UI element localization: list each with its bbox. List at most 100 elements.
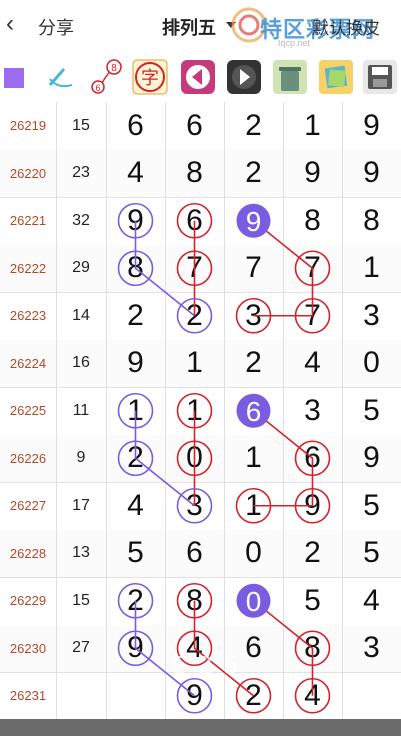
digit-cell[interactable]: 8	[342, 197, 401, 245]
digit-cell[interactable]: 8	[165, 577, 224, 625]
share-button[interactable]: 分享	[38, 14, 74, 40]
digit-cell[interactable]: 8	[165, 150, 224, 198]
digit-cell[interactable]: 0	[342, 340, 401, 388]
digit-cell[interactable]: 9	[106, 340, 165, 388]
digit-cell[interactable]: 9	[283, 150, 342, 198]
table-row: 26219 15 6 6 2 1 9	[0, 102, 401, 151]
table-row: 26221 32 9 6 9 8 8	[0, 197, 401, 246]
digit-cell[interactable]: 8	[283, 625, 342, 673]
digit-cell[interactable]: 5	[106, 530, 165, 578]
digit-cell[interactable]: 6	[106, 102, 165, 150]
issue-number: 26221	[9, 213, 47, 229]
digit-cell[interactable]: 8	[106, 245, 165, 293]
red-ball-counter-icon[interactable]: 8 6	[88, 59, 124, 95]
trash-can-icon[interactable]	[272, 59, 308, 95]
sum-value: 15	[72, 116, 90, 134]
digit-cell[interactable]: 2	[106, 577, 165, 625]
purple-square-icon[interactable]	[2, 59, 38, 95]
table-row: 26226 9 2 0 1 6 9	[0, 434, 401, 483]
skin-button[interactable]: 默认换皮	[312, 14, 380, 39]
digit-cell[interactable]: 9	[224, 197, 283, 245]
digit-cell[interactable]: 9	[106, 197, 165, 245]
digit-cell[interactable]: 5	[283, 577, 342, 625]
digit-cell[interactable]: 1	[283, 102, 342, 150]
digit-cell[interactable]: 6	[224, 387, 283, 435]
digit-cell[interactable]: 9	[342, 150, 401, 198]
column-divider	[165, 102, 166, 719]
digit-cell[interactable]: 6	[165, 530, 224, 578]
digit-cell[interactable]: 9	[342, 435, 401, 483]
top-bar: ‹ 分享 排列五 特区彩票网 tqcp.net 默认换皮	[0, 0, 401, 52]
arrow-left-icon[interactable]	[180, 59, 216, 95]
digit-cell[interactable]: 1	[342, 245, 401, 293]
digit-cell[interactable]: 0	[165, 435, 224, 483]
column-divider	[56, 102, 57, 719]
bottom-bar	[0, 719, 401, 736]
number-grid: 26219 15 6 6 2 1 9 26220 23 4 8 2 9 9 26221 32 9 6 9 8 8 2622…	[0, 102, 401, 721]
table-row: 26222 29 8 7 7 7 1	[0, 244, 401, 293]
digit-cell[interactable]: 4	[106, 150, 165, 198]
table-row: 26228 13 5 6 0 2 5	[0, 529, 401, 578]
digit-cell[interactable]: 6	[165, 197, 224, 245]
issue-number: 26227	[9, 498, 47, 514]
digit-cell[interactable]: 1	[224, 482, 283, 530]
floppy-disk-icon[interactable]	[362, 59, 398, 95]
digit-cell[interactable]: 2	[224, 340, 283, 388]
digit-cell[interactable]: 4	[342, 577, 401, 625]
digit-cell[interactable]: 4	[283, 340, 342, 388]
digit-cell[interactable]: 1	[165, 387, 224, 435]
digit-cell[interactable]: 7	[224, 245, 283, 293]
digit-cell[interactable]: 4	[283, 672, 342, 720]
digit-cell[interactable]	[342, 672, 401, 720]
table-row: 26220 23 4 8 2 9 9	[0, 149, 401, 198]
digit-cell[interactable]: 5	[342, 530, 401, 578]
sum-value: 23	[72, 164, 90, 182]
table-row: 26227 17 4 3 1 9 5	[0, 482, 401, 531]
digit-cell[interactable]: 3	[283, 387, 342, 435]
digit-cell[interactable]: 9	[106, 625, 165, 673]
digit-cell[interactable]: 9	[283, 482, 342, 530]
digit-cell[interactable]: 8	[283, 197, 342, 245]
digit-cell[interactable]: 2	[106, 292, 165, 340]
digit-cell[interactable]: 6	[283, 435, 342, 483]
issue-number: 26223	[9, 308, 47, 324]
digit-cell[interactable]: 5	[342, 387, 401, 435]
toolbar: 8 6 字	[0, 52, 401, 102]
column-divider	[283, 102, 284, 719]
digit-cell[interactable]: 1	[106, 387, 165, 435]
digit-cell[interactable]: 0	[224, 577, 283, 625]
digit-cell[interactable]: 2	[165, 292, 224, 340]
digit-cell[interactable]: 3	[165, 482, 224, 530]
digit-cell[interactable]	[106, 672, 165, 720]
table-row: 26223 14 2 2 3 7 3	[0, 292, 401, 341]
cards-icon[interactable]	[318, 59, 354, 95]
digit-cell[interactable]: 7	[165, 245, 224, 293]
digit-cell[interactable]: 0	[224, 530, 283, 578]
sum-value: 29	[72, 259, 90, 277]
page-title[interactable]: 排列五	[162, 14, 216, 40]
digit-cell[interactable]: 2	[224, 102, 283, 150]
digit-cell[interactable]: 3	[342, 292, 401, 340]
issue-number: 26230	[9, 640, 47, 656]
arrow-right-icon[interactable]	[226, 59, 262, 95]
digit-cell[interactable]: 2	[224, 150, 283, 198]
digit-cell[interactable]: 1	[224, 435, 283, 483]
digit-cell[interactable]: 3	[224, 292, 283, 340]
issue-number: 26231	[9, 688, 47, 704]
digit-cell[interactable]: 7	[283, 245, 342, 293]
issue-number: 26225	[9, 403, 47, 419]
chevron-left-icon[interactable]: ‹	[6, 10, 14, 38]
issue-number: 26228	[9, 545, 47, 561]
digit-cell[interactable]: 3	[342, 625, 401, 673]
digit-cell[interactable]: 9	[342, 102, 401, 150]
digit-cell[interactable]: 1	[165, 340, 224, 388]
pencil-erase-icon[interactable]	[44, 59, 80, 95]
issue-number: 26226	[9, 450, 47, 466]
digit-cell[interactable]: 2	[283, 530, 342, 578]
digit-cell[interactable]: 5	[342, 482, 401, 530]
zi-character-icon[interactable]: 字	[132, 59, 168, 95]
digit-cell[interactable]: 2	[106, 435, 165, 483]
digit-cell[interactable]: 6	[165, 102, 224, 150]
digit-cell[interactable]: 7	[283, 292, 342, 340]
digit-cell[interactable]: 4	[106, 482, 165, 530]
